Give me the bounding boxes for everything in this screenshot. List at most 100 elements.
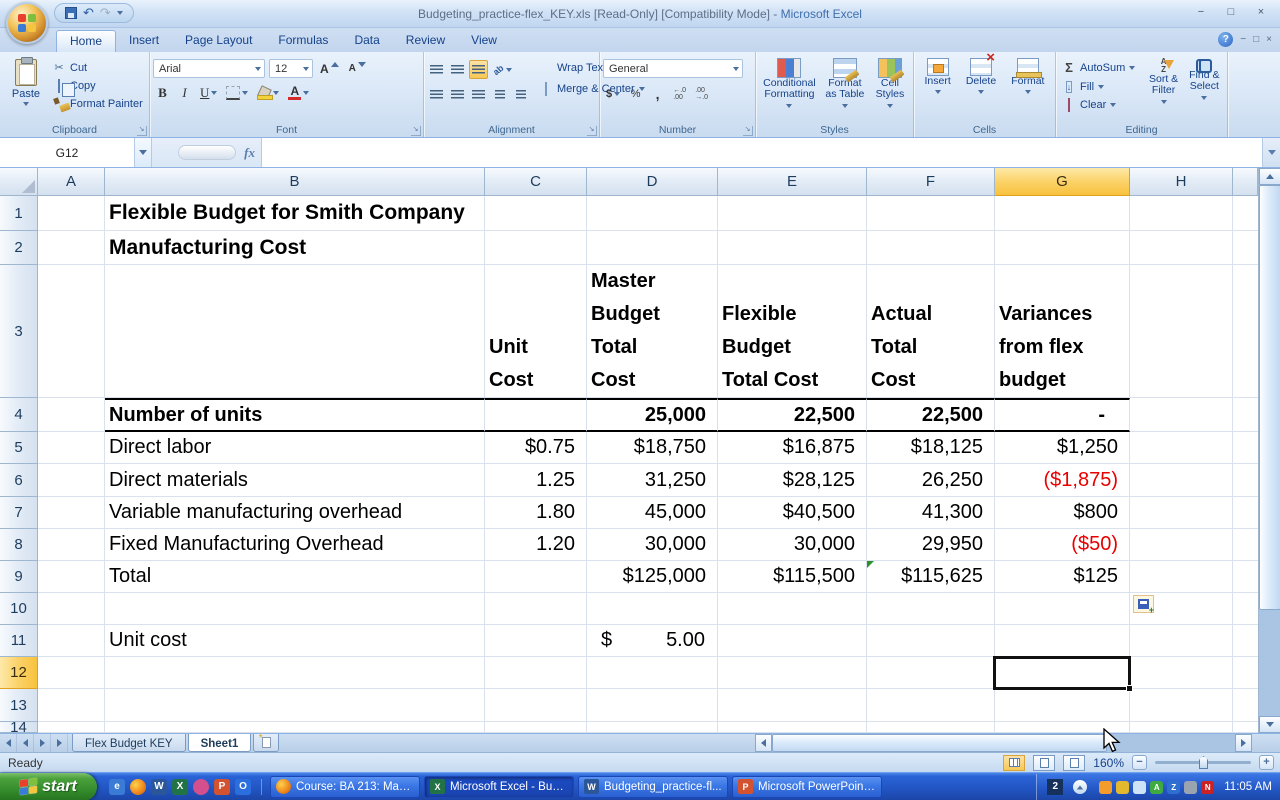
cell-C3[interactable]: Unit Cost	[485, 265, 587, 398]
cell-F10[interactable]	[867, 593, 995, 625]
cell-B3[interactable]	[105, 265, 485, 398]
row-header-11[interactable]: 11	[0, 625, 38, 657]
cell-A11[interactable]	[38, 625, 105, 657]
row-header-4[interactable]: 4	[0, 398, 38, 432]
vertical-scroll-thumb[interactable]	[1259, 185, 1280, 610]
cell-E2[interactable]	[718, 231, 867, 265]
cell-H8[interactable]	[1130, 529, 1233, 561]
next-sheet-button[interactable]	[34, 734, 51, 752]
undo-icon[interactable]: ↶	[83, 5, 94, 21]
column-header-H[interactable]: H	[1130, 168, 1233, 196]
cut-button[interactable]: ✂ Cut	[49, 60, 146, 75]
ribbon-tab-formulas[interactable]: Formulas	[265, 30, 341, 52]
name-box[interactable]: G12	[0, 138, 135, 167]
cell-A1[interactable]	[38, 196, 105, 231]
italic-button[interactable]: I	[175, 83, 194, 102]
zoom-slider[interactable]	[1155, 756, 1251, 769]
cell-E7[interactable]: $40,500	[718, 497, 867, 529]
cell-A7[interactable]	[38, 497, 105, 529]
cell-G6[interactable]: ($1,875)	[995, 464, 1130, 497]
ribbon-tab-data[interactable]: Data	[341, 30, 392, 52]
cell-A12[interactable]	[38, 657, 105, 689]
cell-B10[interactable]	[105, 593, 485, 625]
zoom-out-button[interactable]: −	[1132, 755, 1147, 770]
column-header-E[interactable]: E	[718, 168, 867, 196]
row-header-1[interactable]: 1	[0, 196, 38, 231]
cell-B6[interactable]: Direct materials	[105, 464, 485, 497]
save-icon[interactable]	[65, 7, 77, 19]
align-top-button[interactable]	[427, 60, 446, 79]
cell-G2[interactable]	[995, 231, 1130, 265]
row-header-8[interactable]: 8	[0, 529, 38, 561]
sheet-tab-flex-budget-key[interactable]: Flex Budget KEY	[72, 734, 186, 752]
copy-button[interactable]: Copy	[49, 79, 146, 93]
font-size-select[interactable]: 12	[269, 59, 313, 78]
cell-B13[interactable]	[105, 689, 485, 722]
font-family-select[interactable]: Arial	[153, 59, 265, 78]
cell-E8[interactable]: 30,000	[718, 529, 867, 561]
cell-E3[interactable]: Flexible Budget Total Cost	[718, 265, 867, 398]
zoom-slider-handle[interactable]	[1199, 756, 1208, 769]
quick-launch-key-icon[interactable]	[193, 778, 209, 795]
row-header-13[interactable]: 13	[0, 689, 38, 722]
cell-F7[interactable]: 41,300	[867, 497, 995, 529]
row-header-5[interactable]: 5	[0, 432, 38, 464]
help-icon[interactable]: ?	[1218, 32, 1234, 47]
horizontal-scroll-thumb[interactable]	[772, 734, 1107, 752]
format-as-table-button[interactable]: Format as Table	[820, 55, 870, 123]
ribbon-tab-home[interactable]: Home	[56, 30, 117, 52]
last-sheet-button[interactable]	[51, 734, 68, 752]
cell-F8[interactable]: 29,950	[867, 529, 995, 561]
cell-E12[interactable]	[718, 657, 867, 689]
bold-button[interactable]: B	[153, 83, 172, 102]
cell-D2[interactable]	[587, 231, 718, 265]
cell-G10[interactable]	[995, 593, 1130, 625]
cell-C11[interactable]	[485, 625, 587, 657]
language-indicator[interactable]: 2	[1047, 779, 1064, 795]
zoom-in-button[interactable]: +	[1259, 755, 1274, 770]
cell-H9[interactable]	[1130, 561, 1233, 593]
cell-C1[interactable]	[485, 196, 587, 231]
hidden-icons-chevron[interactable]	[1073, 780, 1088, 794]
alignment-dialog-launcher[interactable]: ↘	[587, 126, 597, 136]
ribbon-tab-view[interactable]: View	[458, 30, 510, 52]
cell-E6[interactable]: $28,125	[718, 464, 867, 497]
cell-E13[interactable]	[718, 689, 867, 722]
cell-D9[interactable]: $125,000	[587, 561, 718, 593]
qat-customize-icon[interactable]	[116, 11, 123, 15]
cell-D4[interactable]: 25,000	[587, 398, 718, 432]
cell-C7[interactable]: 1.80	[485, 497, 587, 529]
row-header-9[interactable]: 9	[0, 561, 38, 593]
cell-E1[interactable]	[718, 196, 867, 231]
formula-input[interactable]	[262, 138, 1262, 167]
cell-B14[interactable]	[105, 722, 485, 733]
tray-messenger-icon[interactable]	[1099, 780, 1113, 794]
delete-cells-button[interactable]: Delete	[964, 52, 998, 123]
cell-D12[interactable]	[587, 657, 718, 689]
cell-A8[interactable]	[38, 529, 105, 561]
taskbar-window-excel[interactable]: X Microsoft Excel - Bud...	[424, 775, 574, 798]
workbook-minimize-button[interactable]: −	[1240, 34, 1246, 46]
align-right-button[interactable]	[469, 85, 488, 104]
format-cells-button[interactable]: Format	[1009, 55, 1046, 123]
scroll-down-button[interactable]	[1259, 716, 1280, 733]
comma-style-button[interactable]: ,	[648, 84, 667, 103]
cell-F11[interactable]	[867, 625, 995, 657]
ribbon-tab-insert[interactable]: Insert	[116, 30, 172, 52]
column-header-D[interactable]: D	[587, 168, 718, 196]
page-layout-view-button[interactable]	[1033, 754, 1056, 771]
number-dialog-launcher[interactable]: ↘	[743, 126, 753, 136]
column-header-A[interactable]: A	[38, 168, 105, 196]
shrink-font-button[interactable]: A	[346, 59, 369, 78]
cell-A3[interactable]	[38, 265, 105, 398]
cell-E10[interactable]	[718, 593, 867, 625]
increase-indent-button[interactable]	[511, 85, 530, 104]
fill-color-button[interactable]	[254, 83, 282, 102]
cell-F12[interactable]	[867, 657, 995, 689]
row-header-7[interactable]: 7	[0, 497, 38, 529]
cell-G7[interactable]: $800	[995, 497, 1130, 529]
cell-A13[interactable]	[38, 689, 105, 722]
cell-A6[interactable]	[38, 464, 105, 497]
row-header-14[interactable]: 14	[0, 719, 38, 733]
cell-D10[interactable]	[587, 593, 718, 625]
